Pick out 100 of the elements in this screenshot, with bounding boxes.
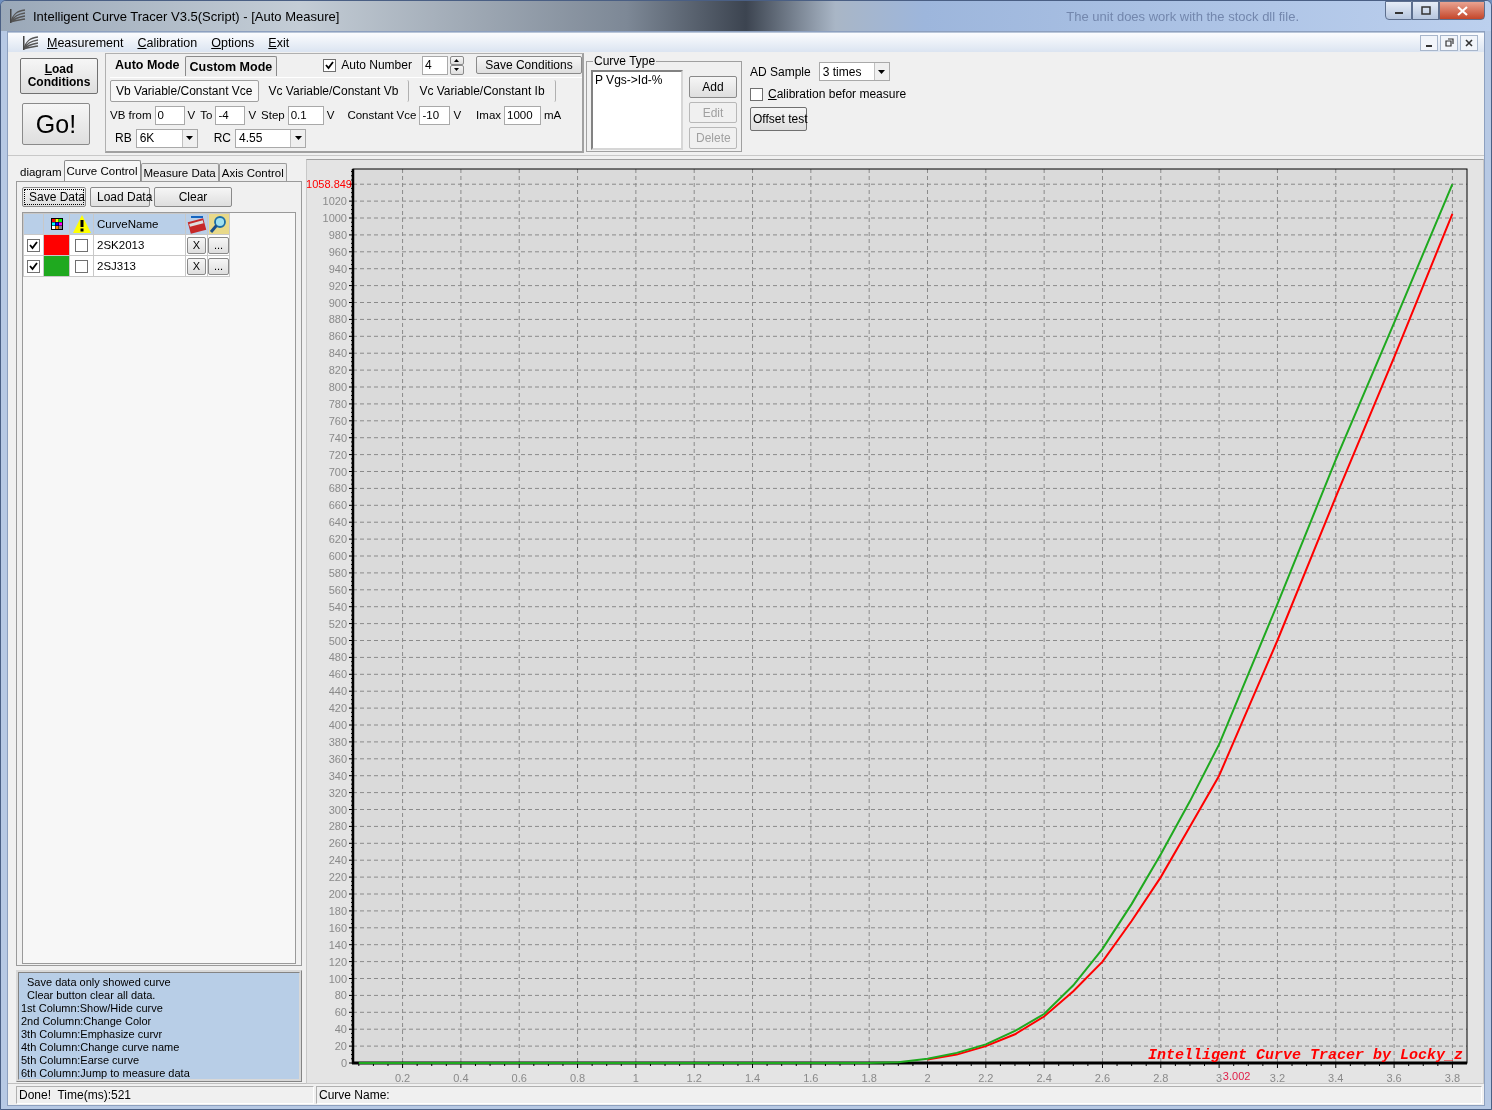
- erase-button[interactable]: X: [186, 236, 207, 254]
- field-label: AD Sample: [750, 64, 811, 79]
- data-button[interactable]: Clear: [154, 187, 232, 207]
- jump-button[interactable]: ...: [207, 257, 230, 275]
- tick-label: 680: [328, 482, 347, 495]
- tick-label: 2.4: [1036, 1072, 1052, 1083]
- tick-label: 560: [328, 583, 347, 596]
- show-checkbox[interactable]: [27, 259, 40, 273]
- checkbox-label: Auto Number: [341, 58, 412, 72]
- menu-item[interactable]: Options: [204, 35, 262, 50]
- tick-label: 0.4: [453, 1072, 469, 1083]
- input-field[interactable]: 0.1: [287, 105, 324, 125]
- unit-label: V: [248, 109, 257, 121]
- app-icon: [9, 8, 27, 24]
- menu-item[interactable]: Exit: [261, 35, 297, 50]
- restore-button[interactable]: [1440, 34, 1458, 51]
- tick-label: 1: [632, 1072, 639, 1083]
- dropdown[interactable]: 6K: [135, 128, 198, 148]
- tick-label: 940: [328, 262, 347, 275]
- emphasize-checkbox[interactable]: [75, 259, 88, 273]
- mode-tab[interactable]: Custom Mode: [184, 56, 278, 76]
- panel-tab[interactable]: Axis Control: [218, 163, 287, 181]
- tick-label: 540: [328, 600, 347, 613]
- check-icon: [29, 240, 38, 250]
- tick-label: 880: [328, 313, 347, 326]
- tick-label: 1.8: [861, 1072, 877, 1083]
- show-checkbox[interactable]: [27, 238, 40, 252]
- tick-label: 240: [328, 854, 347, 867]
- panel-tab[interactable]: Measure Data: [140, 163, 219, 181]
- input-field[interactable]: 1000: [504, 105, 542, 125]
- emphasize-checkbox[interactable]: [75, 238, 88, 252]
- tick-label: 840: [328, 347, 347, 360]
- sweep-type-tab[interactable]: Vb Variable/Constant Vce: [110, 79, 259, 102]
- close-icon: [1456, 5, 1468, 16]
- help-text: 1st Column:Show/Hide curve: [21, 1002, 164, 1015]
- tick-label: 160: [328, 921, 347, 934]
- help-text: 3th Column:Emphasize curvr: [21, 1028, 164, 1041]
- minimize-button[interactable]: [1420, 34, 1438, 51]
- spin-down-button[interactable]: [449, 65, 464, 75]
- spin-up-button[interactable]: [449, 55, 464, 65]
- tick-label: 300: [328, 803, 347, 816]
- tick-label: 120: [328, 955, 347, 968]
- tick-label: 380: [328, 735, 347, 748]
- tick-label: 140: [328, 938, 347, 951]
- tick-label: 980: [328, 228, 347, 241]
- list-item[interactable]: P Vgs->Id-%: [595, 73, 679, 87]
- field-label: To: [200, 109, 213, 121]
- jump-button[interactable]: ...: [207, 236, 230, 254]
- close-button[interactable]: [1460, 34, 1478, 51]
- dropdown[interactable]: 3 times: [818, 62, 890, 81]
- tick-label: 200: [328, 888, 347, 900]
- curve-type-button[interactable]: Add: [689, 76, 737, 98]
- tick-label: 740: [328, 431, 347, 444]
- field-label: RB: [115, 131, 132, 145]
- tick-label: 820: [328, 364, 347, 377]
- offset-test-button[interactable]: Offset test: [750, 107, 807, 131]
- tick-label: 2: [924, 1072, 931, 1083]
- credit-text: Intelligent Curve Tracer by Locky_z: [1147, 1047, 1463, 1064]
- checkbox[interactable]: [323, 58, 337, 72]
- up-arrow-icon: [454, 58, 460, 62]
- checkbox[interactable]: [750, 87, 763, 101]
- panel-tab[interactable]: diagram: [18, 163, 64, 181]
- tick-label: 180: [328, 904, 347, 917]
- erase-button[interactable]: X: [186, 257, 207, 275]
- dropdown-arrow-icon: [878, 69, 886, 74]
- field-label: Imax: [476, 109, 502, 121]
- load-conditions-button[interactable]: Load Conditions: [20, 58, 98, 94]
- input-field[interactable]: -10: [419, 105, 451, 125]
- tick-label: 500: [328, 634, 347, 647]
- tick-label: 1.4: [744, 1072, 761, 1083]
- input-field[interactable]: -4: [215, 105, 246, 125]
- maximize-button[interactable]: [1412, 1, 1439, 20]
- minimize-button[interactable]: [1385, 1, 1412, 20]
- curve-type-list[interactable]: P Vgs->Id-%: [591, 70, 683, 150]
- save-conditions-button[interactable]: Save Conditions: [475, 56, 582, 74]
- panel-tab[interactable]: Curve Control: [63, 160, 141, 181]
- tick-label: 3.8: [1444, 1072, 1461, 1083]
- number-field[interactable]: 4: [421, 55, 448, 75]
- tick-label: 280: [328, 820, 347, 833]
- tick-label: 1.6: [803, 1072, 819, 1083]
- menu-item[interactable]: Calibration: [130, 35, 205, 50]
- go-button[interactable]: Go!: [22, 103, 90, 145]
- tick-label: 420: [328, 702, 347, 715]
- tick-label: 520: [328, 617, 347, 630]
- dropdown[interactable]: 4.55: [235, 128, 306, 148]
- input-field[interactable]: 0: [154, 105, 185, 125]
- color-grid-icon: [50, 218, 63, 230]
- tick-label: 3.4: [1328, 1072, 1344, 1083]
- help-text: 2nd Column:Change Color: [21, 1015, 153, 1028]
- tick-label: 60: [334, 1006, 347, 1019]
- unit-label: V: [453, 109, 462, 121]
- group-title: Curve Type: [593, 54, 657, 68]
- tick-label: 2.2: [978, 1072, 994, 1083]
- tick-label: 0: [340, 1057, 347, 1069]
- data-button[interactable]: Save Data: [22, 187, 86, 207]
- sweep-type-tab[interactable]: Vc Variable/Constant Vb: [258, 79, 410, 102]
- window-title: Intelligent Curve Tracer V3.5(Script) - [Auto Measure]: [33, 8, 340, 24]
- sweep-type-tab[interactable]: Vc Variable/Constant Ib: [409, 79, 556, 102]
- menu-item[interactable]: Measurement: [40, 35, 131, 50]
- tick-label: 660: [328, 499, 347, 512]
